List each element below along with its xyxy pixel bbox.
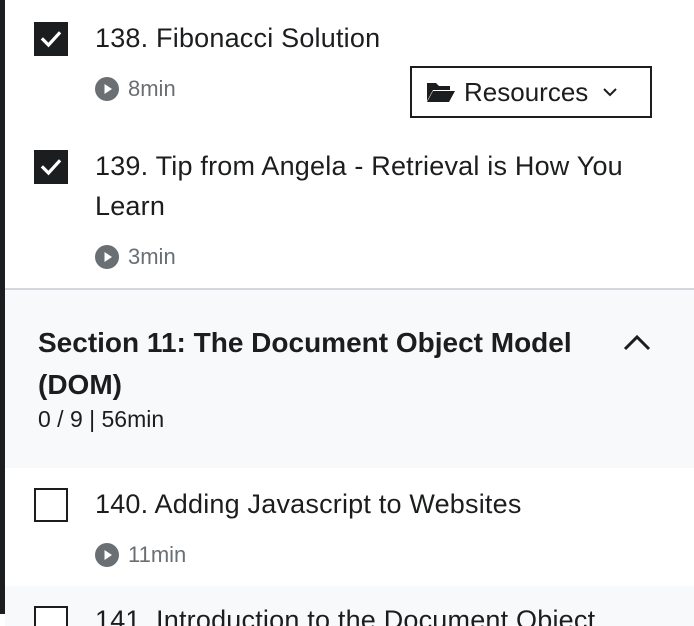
chevron-down-icon xyxy=(603,88,617,97)
lecture-item-138[interactable]: 138. Fibonacci Solution 8min Resources xyxy=(5,0,694,130)
lecture-title[interactable]: 139. Tip from Angela - Retrieval is How … xyxy=(95,146,658,226)
course-content-panel: 138. Fibonacci Solution 8min Resources 1… xyxy=(5,0,694,626)
duration-text: 3min xyxy=(128,244,176,269)
lecture-duration: 8min xyxy=(95,76,176,102)
lecture-checkbox[interactable] xyxy=(34,606,68,626)
lecture-duration: 3min xyxy=(95,244,176,270)
lecture-title[interactable]: 141. Introduction to the Document Object xyxy=(95,600,658,626)
lecture-title[interactable]: 138. Fibonacci Solution xyxy=(95,18,658,58)
play-circle-icon xyxy=(95,77,119,101)
chevron-up-icon[interactable] xyxy=(622,332,652,352)
lecture-item-140[interactable]: 140. Adding Javascript to Websites 11min xyxy=(5,468,694,586)
lecture-duration: 11min xyxy=(95,542,186,568)
play-circle-icon xyxy=(95,245,119,269)
duration-text: 8min xyxy=(128,76,176,101)
folder-open-icon xyxy=(427,83,455,102)
lecture-checkbox[interactable] xyxy=(34,488,68,522)
play-circle-icon xyxy=(95,543,119,567)
lecture-title[interactable]: 140. Adding Javascript to Websites xyxy=(95,484,658,524)
section-header[interactable]: Section 11: The Document Object Model (D… xyxy=(5,290,694,468)
lecture-checkbox[interactable] xyxy=(34,22,68,56)
check-icon xyxy=(40,159,62,176)
duration-text: 11min xyxy=(128,542,187,567)
section-progress: 0 / 9 | 56min xyxy=(38,406,165,432)
lecture-checkbox[interactable] xyxy=(34,150,68,184)
lecture-item-141[interactable]: 141. Introduction to the Document Object xyxy=(5,586,694,626)
resources-label: Resources xyxy=(464,76,589,107)
section-title: Section 11: The Document Object Model (D… xyxy=(38,327,572,400)
check-icon xyxy=(40,31,62,48)
resources-button[interactable]: Resources xyxy=(410,66,652,118)
lecture-item-139[interactable]: 139. Tip from Angela - Retrieval is How … xyxy=(5,130,694,288)
